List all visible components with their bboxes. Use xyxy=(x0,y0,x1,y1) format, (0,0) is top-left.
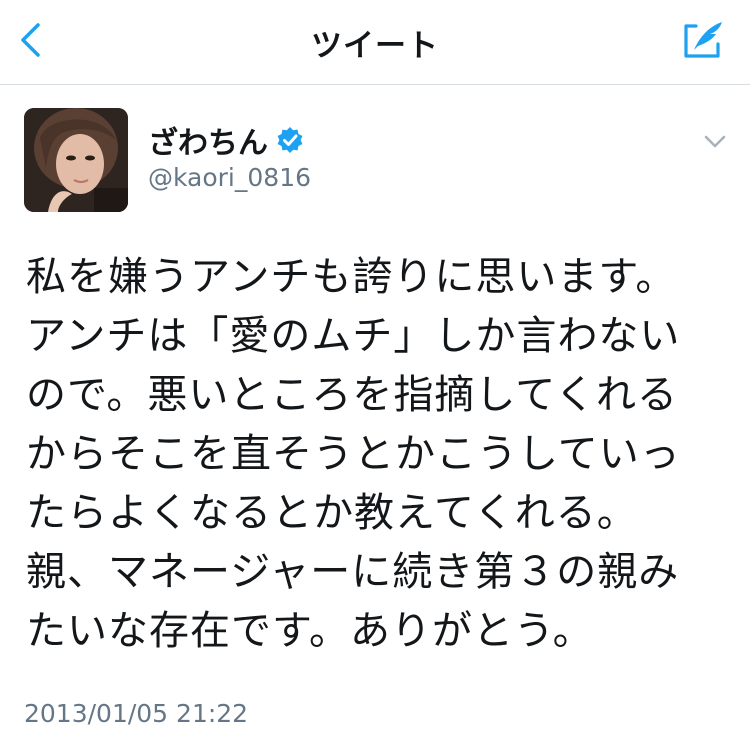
chevron-down-icon xyxy=(704,135,726,148)
verified-badge-icon xyxy=(277,127,303,153)
compose-tweet-button[interactable] xyxy=(678,16,730,64)
avatar-portrait xyxy=(24,108,128,212)
tweet-timestamp: 2013/01/05 21:22 xyxy=(24,699,249,728)
author-name-row: ざわちん xyxy=(148,118,304,162)
author-handle[interactable]: @kaori_0816 xyxy=(148,163,311,192)
tweet-text: 私を嫌うアンチも誇りに思います。 アンチは「愛のムチ」しか言わない ので。悪いと… xyxy=(26,254,681,654)
author-display-name[interactable]: ざわちん xyxy=(148,118,268,162)
top-navigation-bar: ツイート xyxy=(0,0,750,85)
compose-tweet-icon xyxy=(684,22,722,58)
tweet-options-button[interactable] xyxy=(700,130,730,154)
avatar[interactable] xyxy=(24,108,128,212)
page-title: ツイート xyxy=(311,28,439,64)
